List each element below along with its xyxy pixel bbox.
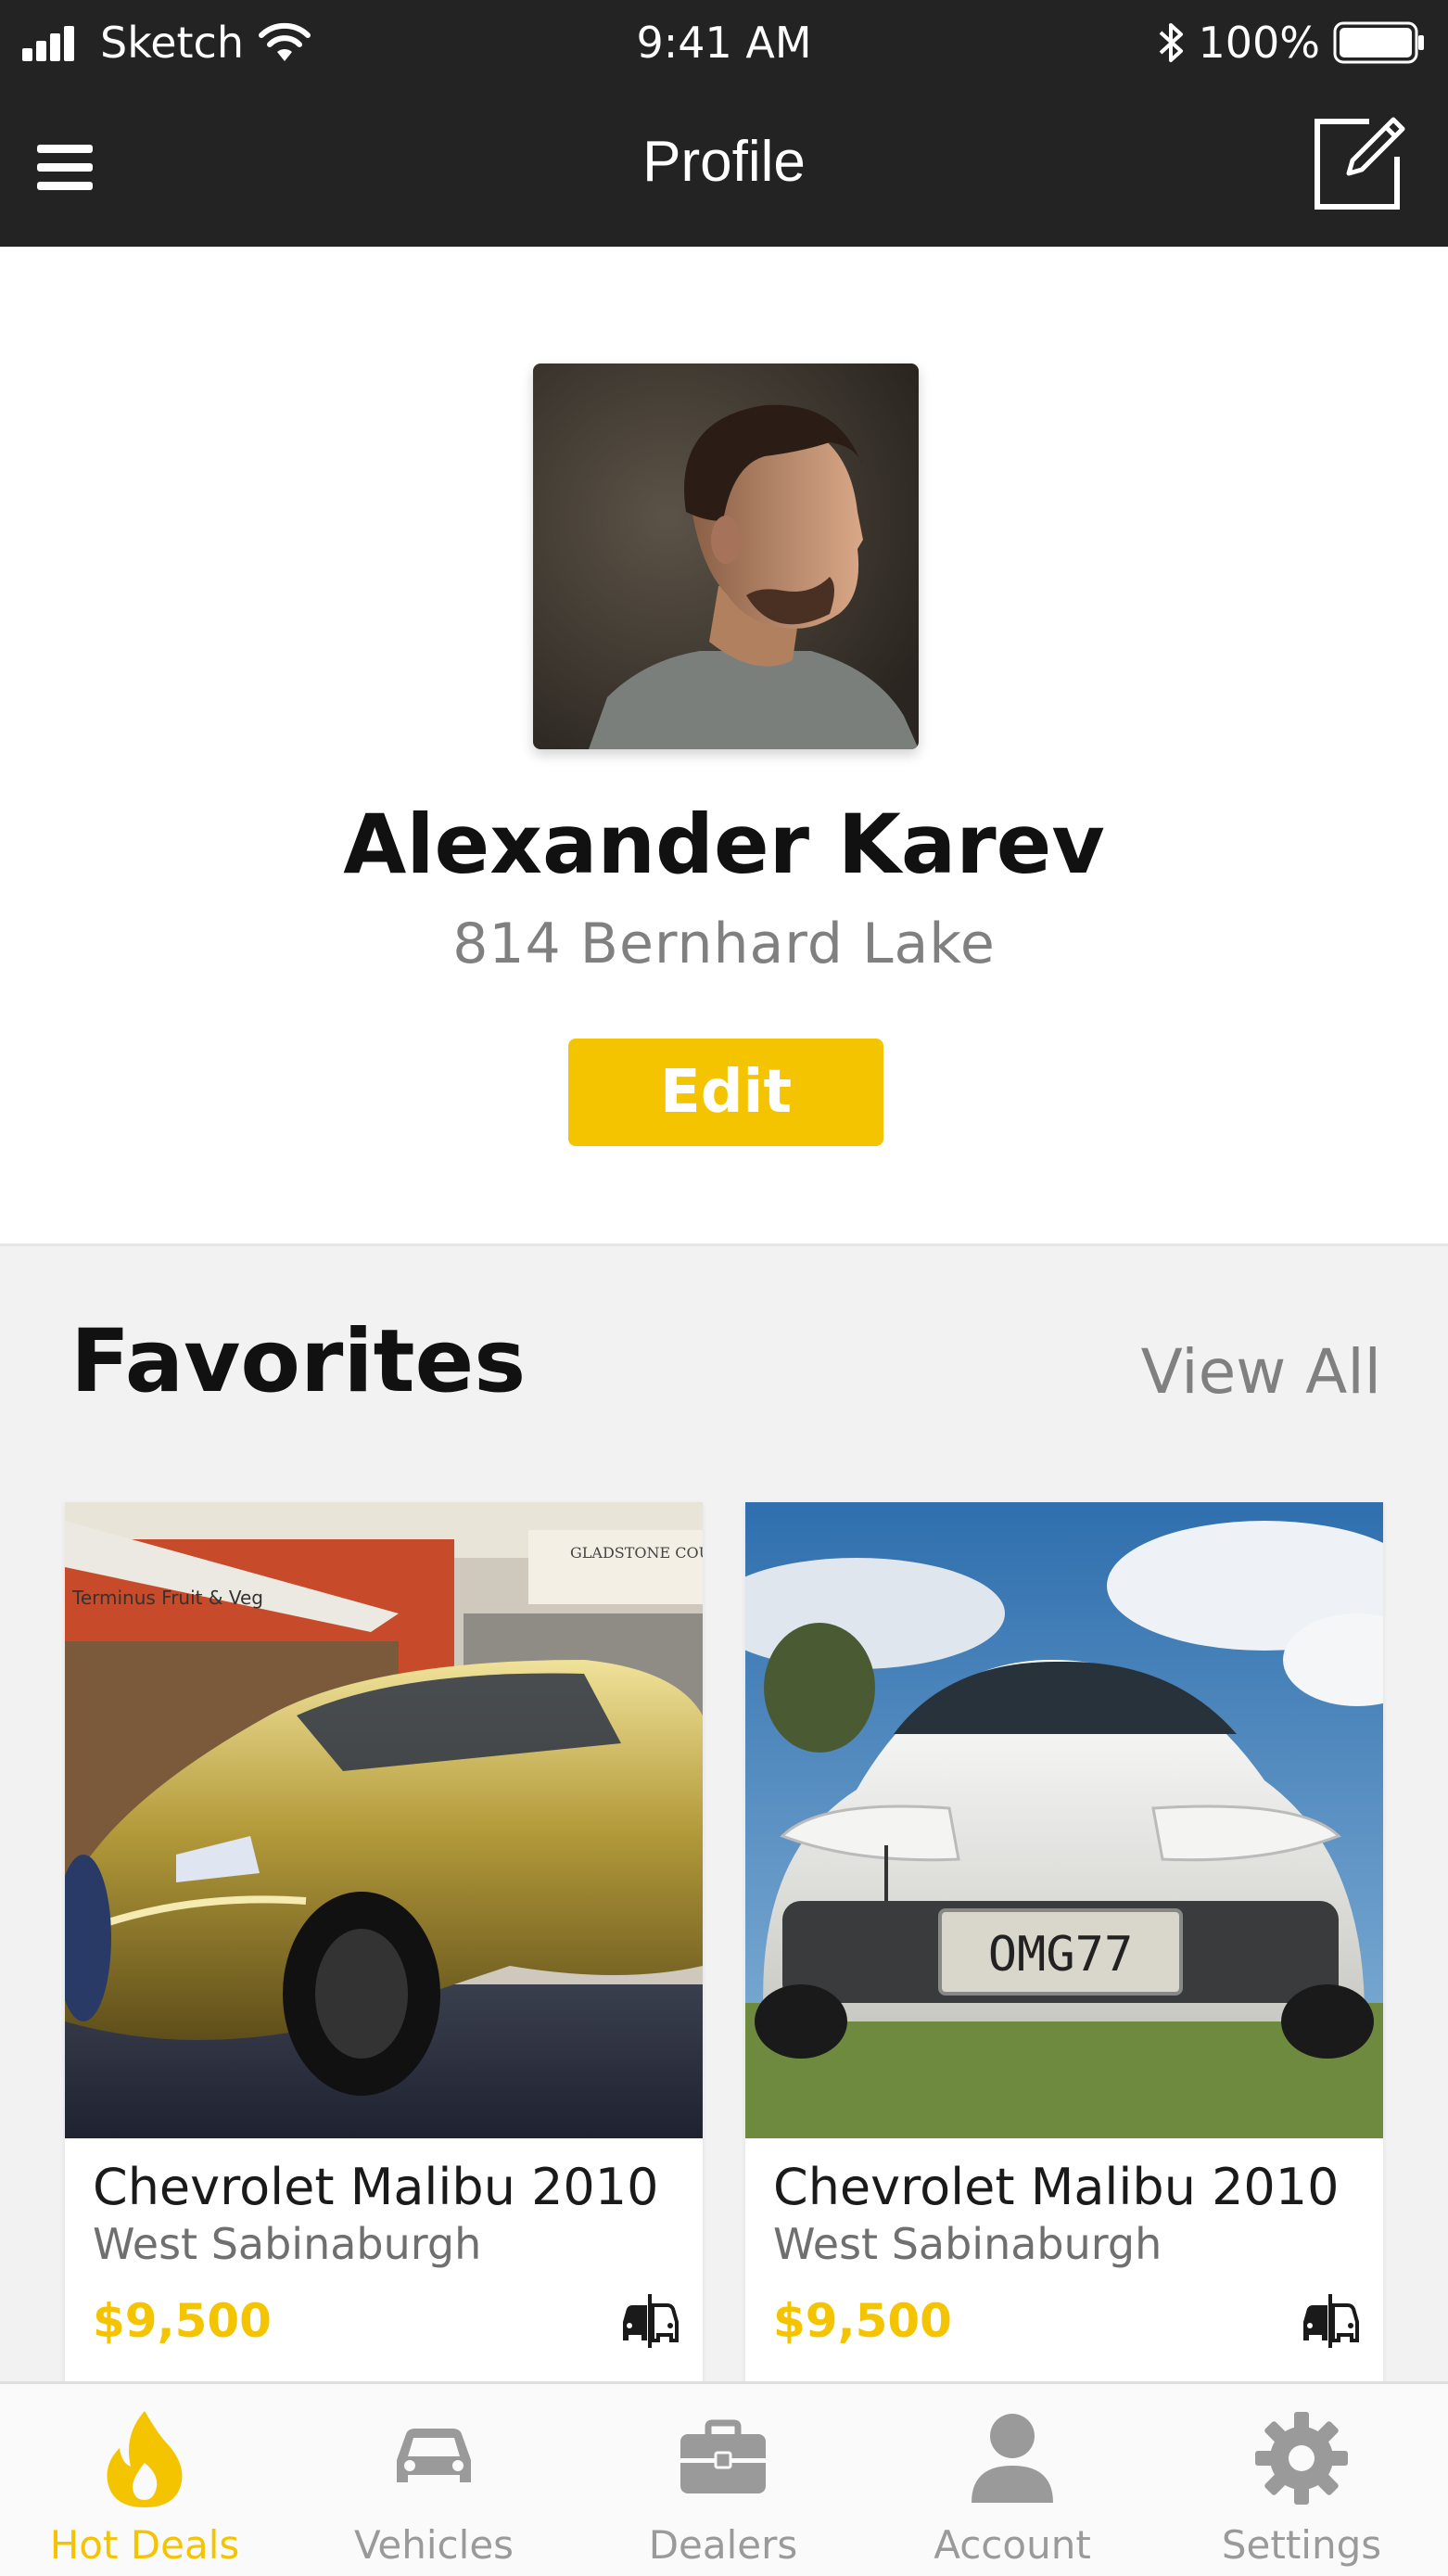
favorites-heading: Favorites <box>70 1311 527 1412</box>
compare-cars-icon[interactable] <box>619 2290 680 2352</box>
tab-label: Dealers <box>648 2522 798 2568</box>
person-icon <box>868 2403 1157 2514</box>
card-location: West Sabinaburgh <box>93 2219 482 2269</box>
building-sign-text: GLADSTONE COURT <box>570 1544 703 1562</box>
battery-percentage: 100% <box>1198 18 1320 68</box>
car-icon <box>289 2403 578 2514</box>
battery-icon <box>1333 21 1424 64</box>
car-photo: Terminus Fruit & Veg GLADSTONE COURT <box>65 1502 703 2138</box>
card-title: Chevrolet Malibu 2010 <box>93 2158 659 2216</box>
gear-icon <box>1157 2403 1446 2514</box>
app-header: Sketch 9:41 AM 100% Profile <box>0 0 1448 247</box>
flame-icon <box>0 2403 289 2514</box>
view-all-link[interactable]: View All <box>1141 1326 1381 1419</box>
card-location: West Sabinaburgh <box>773 2219 1162 2269</box>
briefcase-icon <box>578 2403 868 2514</box>
page-title: Profile <box>642 130 806 194</box>
compare-cars-icon[interactable] <box>1300 2290 1361 2352</box>
tab-label: Account <box>934 2522 1091 2568</box>
license-plate: OMG77 <box>988 1927 1134 1983</box>
favorite-card[interactable]: Terminus Fruit & Veg GLADSTONE COURT Che… <box>65 1502 703 2383</box>
profile-card: Alexander Karev 814 Bernhard Lake Edit <box>0 247 1448 1246</box>
avatar <box>533 363 919 749</box>
card-title: Chevrolet Malibu 2010 <box>773 2158 1340 2216</box>
bluetooth-icon <box>1160 23 1184 62</box>
profile-name: Alexander Karev <box>343 797 1105 892</box>
tab-settings[interactable]: Settings <box>1157 2384 1446 2576</box>
favorite-card[interactable]: OMG77 Chevrolet Malibu 2010 West Sabinab… <box>745 1502 1383 2383</box>
card-price: $9,500 <box>93 2294 272 2348</box>
tab-label: Settings <box>1221 2522 1382 2568</box>
edit-profile-button[interactable]: Edit <box>568 1039 883 1146</box>
tab-label: Vehicles <box>353 2522 514 2568</box>
tab-dealers[interactable]: Dealers <box>578 2384 868 2576</box>
nav-bar: Profile <box>0 88 1448 247</box>
card-price: $9,500 <box>773 2294 952 2348</box>
compose-button[interactable] <box>1309 111 1411 213</box>
profile-screen: Sketch 9:41 AM 100% Profile Alexander Ka… <box>0 0 1448 2576</box>
car-photo: OMG77 <box>745 1502 1383 2138</box>
tab-bar: Hot Deals Vehicles Dealers Account Setti… <box>0 2381 1448 2576</box>
shop-sign-text: Terminus Fruit & Veg <box>71 1587 263 1609</box>
tab-hot-deals[interactable]: Hot Deals <box>0 2384 289 2576</box>
status-right: 100% <box>1157 17 1426 69</box>
status-bar: Sketch 9:41 AM 100% <box>0 0 1448 88</box>
edit-icon <box>1315 117 1405 210</box>
profile-address: 814 Bernhard Lake <box>452 912 996 976</box>
tab-vehicles[interactable]: Vehicles <box>289 2384 578 2576</box>
tab-account[interactable]: Account <box>868 2384 1157 2576</box>
tab-label: Hot Deals <box>49 2522 240 2568</box>
